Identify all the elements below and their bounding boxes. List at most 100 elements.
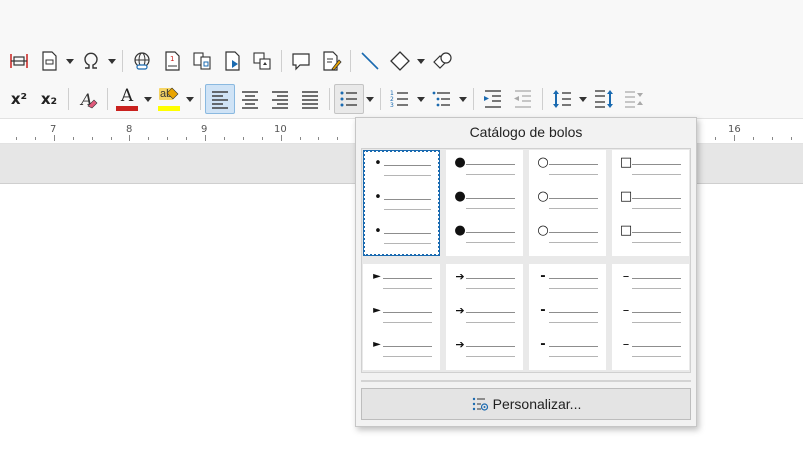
preview-line <box>383 322 432 323</box>
insert-field-icon[interactable] <box>34 46 64 76</box>
line-spacing-dropdown[interactable] <box>577 84 589 114</box>
ruler-number: 10 <box>274 124 287 135</box>
preview-line <box>549 174 598 175</box>
bullet-option-hyphen[interactable]: - - - <box>529 264 606 370</box>
preview-line <box>466 288 515 289</box>
bullet-marker: • <box>374 190 382 205</box>
outline-list-button[interactable] <box>427 84 457 114</box>
highlight-color-swatch <box>158 106 180 111</box>
ordered-list-button[interactable]: 123 <box>385 84 415 114</box>
bullet-option-small-dot[interactable]: • • • <box>363 150 440 256</box>
bullet-marker: • <box>374 156 382 171</box>
separator <box>68 88 69 110</box>
highlight-color-dropdown[interactable] <box>184 84 196 114</box>
preview-line <box>632 232 681 233</box>
draw-shape-icon[interactable] <box>427 46 457 76</box>
ruler-tick <box>242 137 244 140</box>
ordered-list-dropdown[interactable] <box>415 84 427 114</box>
ruler-tick <box>790 137 792 140</box>
bullet-option-large-dot[interactable]: ● ● ● <box>446 150 523 256</box>
ruler-tick <box>110 137 112 140</box>
preview-line <box>384 165 431 166</box>
bookmark-icon[interactable] <box>217 46 247 76</box>
ruler-tick <box>205 135 206 141</box>
line-spacing-button[interactable] <box>547 84 577 114</box>
align-center-icon <box>242 91 258 109</box>
clear-formatting-icon[interactable]: A <box>73 84 103 114</box>
toolbar-row-insert: 1 <box>4 44 457 78</box>
ruler-tick <box>16 137 17 140</box>
preview-line <box>632 278 681 279</box>
bullet-option-dash[interactable]: – – – <box>612 264 689 370</box>
line-icon[interactable] <box>355 46 385 76</box>
preview-line <box>549 346 598 347</box>
ruler-number: 8 <box>126 124 133 135</box>
footnote-icon[interactable]: 1 <box>157 46 187 76</box>
preview-line <box>466 242 515 243</box>
bullet-library-popup: Catálogo de bolos • • • ● ● ● ○ ○ ○ □ □ … <box>355 117 697 427</box>
align-left-button[interactable] <box>205 84 235 114</box>
increase-indent-icon <box>484 90 501 108</box>
bullet-marker: □ <box>619 223 633 238</box>
basic-shapes-dropdown[interactable] <box>415 46 427 76</box>
subscript-button[interactable]: x₂ <box>34 84 64 114</box>
highlight-color-button[interactable]: ab <box>154 84 184 114</box>
bullet-marker: - <box>540 337 546 352</box>
caption-icon[interactable] <box>247 46 277 76</box>
bullet-marker: ● <box>454 223 466 238</box>
ruler-tick <box>280 135 282 141</box>
align-center-button[interactable] <box>235 84 265 114</box>
cross-reference-icon[interactable] <box>187 46 217 76</box>
bullet-option-circle[interactable]: ○ ○ ○ <box>529 150 606 256</box>
hyperlink-icon[interactable] <box>127 46 157 76</box>
track-changes-icon[interactable] <box>316 46 346 76</box>
preview-line <box>384 199 431 200</box>
preview-line <box>466 278 515 279</box>
ruler-tick <box>129 135 131 141</box>
preview-line <box>549 356 598 357</box>
special-character-icon[interactable] <box>76 46 106 76</box>
bullet-option-triangle[interactable]: ► ► ► <box>363 264 440 370</box>
ruler-tick <box>167 137 169 140</box>
preview-line <box>383 312 432 313</box>
bullet-marker: - <box>540 269 546 284</box>
align-right-button[interactable] <box>265 84 295 114</box>
bullet-option-square[interactable]: □ □ □ <box>612 150 689 256</box>
svg-text:1: 1 <box>170 55 174 63</box>
font-color-icon: A <box>120 86 134 106</box>
increase-indent-button[interactable] <box>478 84 508 114</box>
superscript-button[interactable]: x² <box>4 84 34 114</box>
ruler-tick <box>318 137 320 140</box>
outline-list-dropdown[interactable] <box>457 84 469 114</box>
preview-line <box>632 174 681 175</box>
table-icon[interactable] <box>4 46 34 76</box>
unordered-list-button[interactable] <box>334 84 364 114</box>
ruler-tick <box>261 137 263 140</box>
font-color-dropdown[interactable] <box>142 84 154 114</box>
unordered-list-dropdown[interactable] <box>364 84 376 114</box>
separator <box>281 50 282 72</box>
bullet-marker: – <box>622 269 630 284</box>
font-color-button[interactable]: A <box>112 84 142 114</box>
preview-line <box>466 312 515 313</box>
paragraph-spacing-button[interactable] <box>589 84 619 114</box>
separator <box>350 50 351 72</box>
ruler-tick <box>337 137 339 140</box>
ruler-tick <box>715 137 717 140</box>
superscript-icon: x² <box>10 90 28 108</box>
preview-line <box>466 198 515 199</box>
preview-line <box>632 164 681 165</box>
comment-icon[interactable] <box>286 46 316 76</box>
customize-label: Personalizar... <box>492 396 582 412</box>
bullet-marker: □ <box>619 189 633 204</box>
bullet-option-arrow[interactable]: ➔ ➔ ➔ <box>446 264 523 370</box>
customize-button[interactable]: Personalizar... <box>361 388 691 420</box>
basic-shapes-icon[interactable] <box>385 46 415 76</box>
bullet-marker: ● <box>454 155 466 170</box>
preview-line <box>549 312 598 313</box>
special-character-dropdown[interactable] <box>106 46 118 76</box>
bullet-marker: ► <box>373 339 381 350</box>
insert-field-dropdown[interactable] <box>64 46 76 76</box>
justify-button[interactable] <box>295 84 325 114</box>
bullet-marker: – <box>622 303 630 318</box>
